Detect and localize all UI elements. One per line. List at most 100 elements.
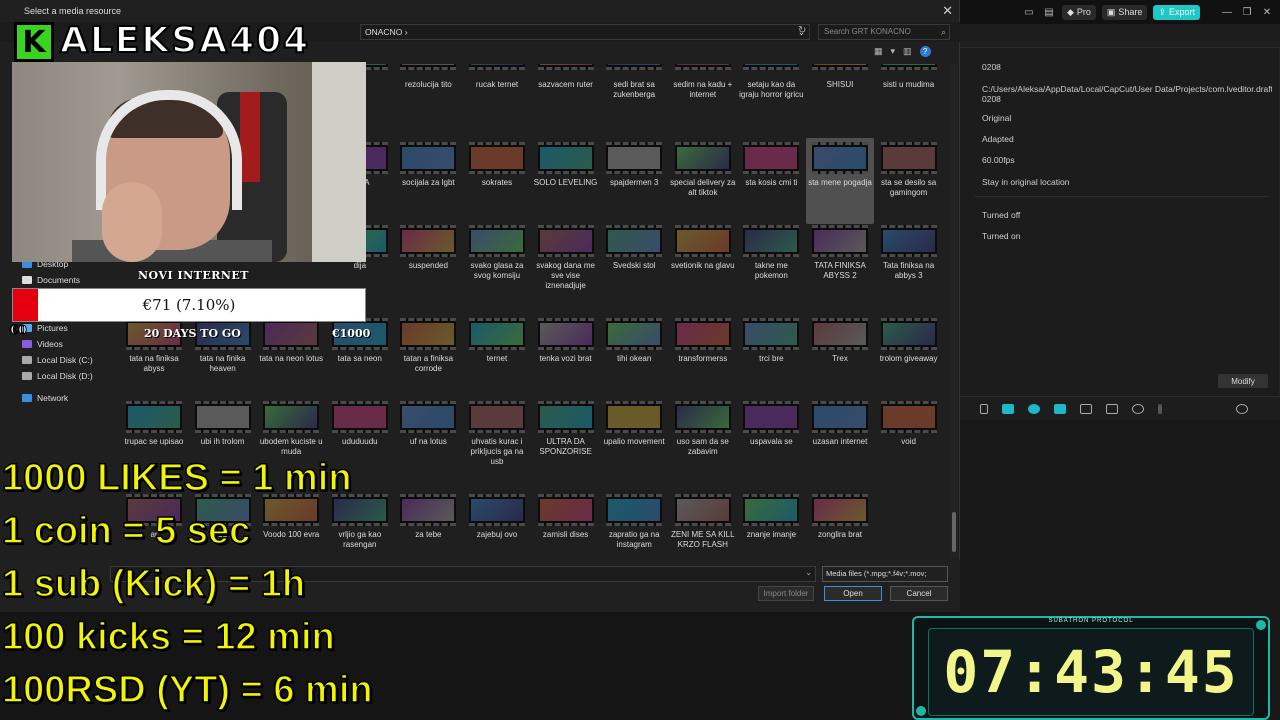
- file-tile[interactable]: tihi okean: [600, 314, 668, 400]
- file-tile[interactable]: ZENI ME SA KILL KRZO FLASH: [669, 490, 737, 554]
- prop-path: C:/Users/Aleksa/AppData/Local/CapCut/Use…: [982, 84, 1272, 94]
- refresh-icon[interactable]: ↻: [798, 25, 806, 36]
- scrollbar[interactable]: [950, 64, 958, 558]
- magnet-icon[interactable]: [1028, 403, 1040, 414]
- file-tile[interactable]: zajebuj ovo: [463, 490, 531, 554]
- chevron-down-icon[interactable]: ⌄: [805, 568, 812, 577]
- file-tile[interactable]: spajdermen 3: [600, 138, 668, 224]
- file-tile[interactable]: transformerss: [669, 314, 737, 400]
- snap-icon[interactable]: [1054, 403, 1066, 414]
- file-tile[interactable]: upalio movement: [600, 397, 668, 483]
- path-field[interactable]: ONACNO › ⌄: [360, 24, 810, 40]
- panel-icon[interactable]: ▤: [1042, 6, 1056, 18]
- file-tile[interactable]: uhvatis kurac i prikljucis ga na usb: [463, 397, 531, 483]
- preview-icon[interactable]: [1106, 403, 1118, 414]
- zoom-out-icon[interactable]: [1132, 403, 1144, 414]
- file-tile[interactable]: svako glasa za svog komsiju: [463, 221, 531, 307]
- view-mode-icon[interactable]: ▦: [874, 46, 883, 57]
- file-tile[interactable]: Tata finiksa na abbys 3: [875, 221, 943, 307]
- search-input[interactable]: Search GRT KONACNO ⌕: [818, 24, 950, 40]
- file-tile[interactable]: tata na neon lotus: [257, 314, 325, 400]
- file-tile[interactable]: tenka vozi brat: [532, 314, 600, 400]
- file-tile[interactable]: zamisli dises: [532, 490, 600, 554]
- zoom-in-icon[interactable]: [1236, 403, 1248, 414]
- file-tile[interactable]: uzasan internet: [806, 397, 874, 483]
- export-button[interactable]: ⇪ Export: [1153, 4, 1200, 20]
- thumbnail-image: [608, 64, 661, 65]
- file-tile[interactable]: void: [875, 397, 943, 483]
- chair-stripe: [240, 92, 260, 182]
- link-icon[interactable]: [1002, 403, 1014, 414]
- file-tile[interactable]: znanje imanje: [737, 490, 805, 554]
- file-type-select[interactable]: Media files (*.mpg;*.f4v;*.mov;: [822, 566, 948, 582]
- scrollbar-thumb[interactable]: [952, 512, 956, 552]
- file-tile[interactable]: svakog dana me sve vise iznenadjuje: [532, 221, 600, 307]
- minimize-icon[interactable]: —: [1220, 6, 1234, 18]
- preview-pane-icon[interactable]: ▥: [903, 46, 912, 57]
- video-thumbnail: [812, 401, 868, 433]
- file-tile[interactable]: za tebe: [394, 490, 462, 554]
- file-name: ZENI ME SA KILL KRZO FLASH: [671, 530, 735, 549]
- nav-item[interactable]: Local Disk (D:): [22, 368, 93, 384]
- pro-button[interactable]: ◆ Pro: [1061, 4, 1096, 20]
- file-tile[interactable]: socijala za lgbt: [394, 138, 462, 224]
- file-tile[interactable]: trolom giveaway: [875, 314, 943, 400]
- help-icon[interactable]: ?: [919, 46, 931, 57]
- thumbnail-image: [539, 406, 592, 428]
- file-name: Svedski stol: [612, 261, 656, 270]
- file-tile[interactable]: ULTRA DA SPONZORISE: [532, 397, 600, 483]
- file-name: svako glasa za svog komsiju: [470, 261, 524, 280]
- nav-item[interactable]: Local Disk (C:): [22, 352, 93, 368]
- thumbnail-image: [676, 323, 729, 345]
- dialog-close-icon[interactable]: ✕: [942, 3, 953, 19]
- thumbnail-image: [333, 406, 386, 428]
- file-tile[interactable]: TATA FINIKSA ABYSS 2: [806, 221, 874, 307]
- file-tile[interactable]: SOLO LEVELING: [532, 138, 600, 224]
- file-tile[interactable]: tatan a finiksa corrode: [394, 314, 462, 400]
- open-button[interactable]: Open: [824, 586, 882, 601]
- file-tile[interactable]: Trex: [806, 314, 874, 400]
- maximize-icon[interactable]: ❐: [1240, 6, 1254, 18]
- file-tile[interactable]: svetionik na glavu: [669, 221, 737, 307]
- share-button[interactable]: ▣ Share: [1101, 4, 1148, 20]
- file-tile[interactable]: uspavala se: [737, 397, 805, 483]
- file-name: rezolucija tito: [405, 80, 452, 89]
- layout-icon[interactable]: ▭: [1022, 6, 1036, 18]
- close-icon[interactable]: ✕: [1260, 6, 1274, 18]
- file-tile[interactable]: suspended: [394, 221, 462, 307]
- thumbnail-image: [676, 406, 729, 428]
- file-tile[interactable]: uso sam da se zabavim: [669, 397, 737, 483]
- zoom-slider[interactable]: [1158, 403, 1162, 414]
- file-name: tihi okean: [617, 354, 652, 363]
- microphone-icon[interactable]: [980, 403, 988, 414]
- file-name: ubi ih trolom: [200, 437, 245, 446]
- file-tile[interactable]: trci bre: [737, 314, 805, 400]
- video-thumbnail: [812, 494, 868, 526]
- chevron-down-icon[interactable]: ▾: [891, 46, 896, 57]
- cancel-button[interactable]: Cancel: [890, 586, 948, 601]
- split-icon[interactable]: [1080, 403, 1092, 414]
- file-tile[interactable]: sta kosis cmi ti: [737, 138, 805, 224]
- file-tile[interactable]: special delivery za alt tiktok: [669, 138, 737, 224]
- file-tile[interactable]: takne me pokemon: [737, 221, 805, 307]
- nav-item[interactable]: Documents: [22, 272, 80, 288]
- file-tile[interactable]: zonglira brat: [806, 490, 874, 554]
- nav-item[interactable]: Pictures: [22, 320, 68, 336]
- file-tile[interactable]: Svedski stol: [600, 221, 668, 307]
- file-type-label: Media files (*.mpg;*.f4v;*.mov;: [826, 569, 927, 578]
- file-tile[interactable]: sokrates: [463, 138, 531, 224]
- view-tools: ▦ ▾ ▥ ?: [874, 46, 931, 57]
- nav-item[interactable]: Network: [22, 390, 68, 406]
- import-folder-button[interactable]: Import folder: [758, 586, 814, 601]
- file-tile[interactable]: sta mene pogadja: [806, 138, 874, 224]
- thumbnail-image: [402, 499, 455, 521]
- nav-item-label: Local Disk (D:): [37, 371, 93, 381]
- file-tile[interactable]: uf na lotus: [394, 397, 462, 483]
- file-name: transformerss: [678, 354, 728, 363]
- file-tile[interactable]: zapratio ga na instagram: [600, 490, 668, 554]
- file-name: sokrates: [481, 178, 513, 187]
- file-tile[interactable]: sta se desilo sa gamingom: [875, 138, 943, 224]
- nav-item[interactable]: Videos: [22, 336, 63, 352]
- modify-button[interactable]: Modify: [1218, 374, 1268, 388]
- file-tile[interactable]: ternet: [463, 314, 531, 400]
